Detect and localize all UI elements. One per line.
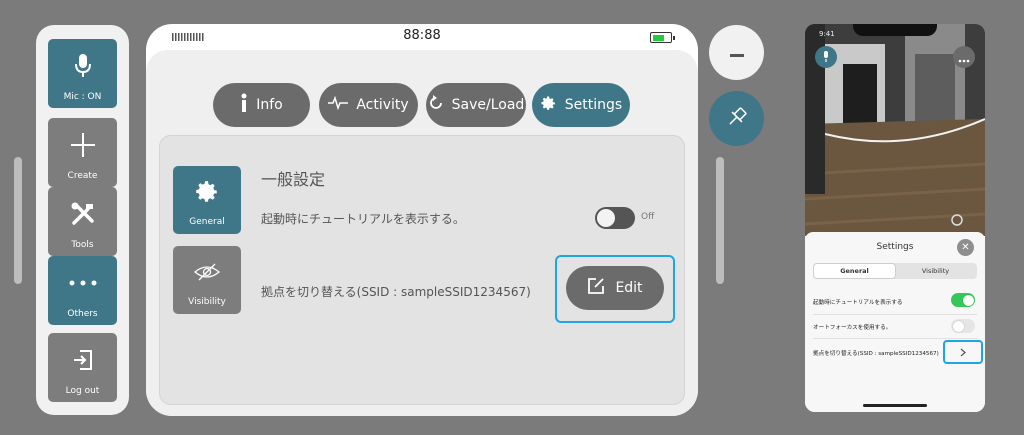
row-divider xyxy=(813,338,977,339)
tablet-frame: 88:88 Info Activity Save/Load Settings G… xyxy=(146,24,698,416)
phone-preview: 9:41 Settings ✕ General Visibility 起動時にチ… xyxy=(805,24,985,412)
side-tab-visibility-label: Visibility xyxy=(188,297,226,307)
chevron-right-icon[interactable] xyxy=(955,345,971,359)
minus-icon xyxy=(729,43,744,62)
logout-label: Log out xyxy=(65,386,100,396)
settings-sheet: Settings ✕ General Visibility 起動時にチュートリア… xyxy=(805,232,985,412)
gear-icon xyxy=(194,166,220,217)
tools-icon xyxy=(70,187,96,240)
phone-more-button[interactable] xyxy=(953,46,975,68)
tools-button[interactable]: Tools xyxy=(48,187,117,256)
home-indicator xyxy=(863,404,927,407)
gear-icon xyxy=(540,95,557,116)
close-icon[interactable]: ✕ xyxy=(957,239,974,256)
tutorial-setting-label: 起動時にチュートリアルを表示する。 xyxy=(261,212,465,226)
phone-mic-button[interactable] xyxy=(815,46,837,68)
toggle-knob xyxy=(597,209,615,227)
segment-general[interactable]: General xyxy=(814,264,895,278)
side-tab-general-label: General xyxy=(189,217,225,227)
logout-icon xyxy=(71,333,95,386)
tab-info-label: Info xyxy=(256,97,283,113)
refresh-icon xyxy=(428,95,444,115)
microphone-icon xyxy=(73,39,93,92)
eye-slash-icon xyxy=(193,246,221,297)
section-title: 一般設定 xyxy=(261,170,326,189)
mic-button[interactable]: Mic : ON xyxy=(48,39,117,108)
create-button[interactable]: Create xyxy=(48,118,117,187)
tab-settings[interactable]: Settings xyxy=(532,83,630,127)
row-base-label: 拠点を切り替える(SSID : sampleSSID1234567) xyxy=(813,351,939,357)
tab-save-load-label: Save/Load xyxy=(451,97,525,113)
pin-icon xyxy=(725,105,749,133)
phone-notch xyxy=(853,24,937,36)
status-clock: 88:88 xyxy=(403,28,441,43)
tools-label: Tools xyxy=(71,240,94,250)
ellipsis-icon xyxy=(68,256,98,309)
logout-button[interactable]: Log out xyxy=(48,333,117,402)
others-label: Others xyxy=(67,309,98,319)
mic-label: Mic : ON xyxy=(63,92,102,102)
settings-panel: General Visibility 一般設定 起動時にチュートリアルを表示する… xyxy=(159,135,685,405)
row-autofocus-label: オートフォーカスを使用する。 xyxy=(813,325,892,331)
info-icon xyxy=(240,93,248,117)
activity-icon xyxy=(328,95,349,114)
others-button[interactable]: Others xyxy=(48,256,117,325)
tablet-screen: Info Activity Save/Load Settings General… xyxy=(146,50,698,416)
row-autofocus-toggle[interactable] xyxy=(951,319,975,333)
edit-button[interactable]: Edit xyxy=(566,266,664,310)
create-label: Create xyxy=(67,171,98,181)
segmented-control: General Visibility xyxy=(813,263,977,279)
side-tab-visibility[interactable]: Visibility xyxy=(173,246,241,314)
tool-panel: Mic : ON Create Tools Others Log out xyxy=(36,25,129,415)
status-bar: 88:88 xyxy=(146,24,698,50)
segment-visibility[interactable]: Visibility xyxy=(895,264,976,278)
tab-activity[interactable]: Activity xyxy=(319,83,418,127)
camera-scene: 9:41 xyxy=(805,24,985,236)
edit-button-label: Edit xyxy=(615,280,643,296)
right-scrollbar[interactable] xyxy=(716,157,724,284)
edit-icon xyxy=(587,277,605,299)
tab-activity-label: Activity xyxy=(356,97,409,113)
battery-icon xyxy=(650,32,675,43)
minimize-button[interactable] xyxy=(709,25,764,80)
tab-save-load[interactable]: Save/Load xyxy=(426,83,526,127)
plus-icon xyxy=(70,118,96,171)
microphone-icon xyxy=(822,48,830,67)
phone-clock: 9:41 xyxy=(819,30,835,38)
base-switch-label: 拠点を切り替える(SSID : sampleSSID1234567) xyxy=(261,285,531,299)
row-tutorial-toggle[interactable] xyxy=(951,293,975,307)
row-tutorial-label: 起動時にチュートリアルを表示する xyxy=(813,300,903,306)
ellipsis-icon xyxy=(958,48,970,67)
side-tab-general[interactable]: General xyxy=(173,166,241,234)
pin-button[interactable] xyxy=(709,91,764,146)
toggle-state-label: Off xyxy=(641,212,655,222)
left-scrollbar[interactable] xyxy=(14,157,22,284)
tab-info[interactable]: Info xyxy=(213,83,310,127)
tutorial-toggle[interactable] xyxy=(595,207,635,229)
row-divider xyxy=(813,314,977,315)
tab-settings-label: Settings xyxy=(564,97,623,113)
